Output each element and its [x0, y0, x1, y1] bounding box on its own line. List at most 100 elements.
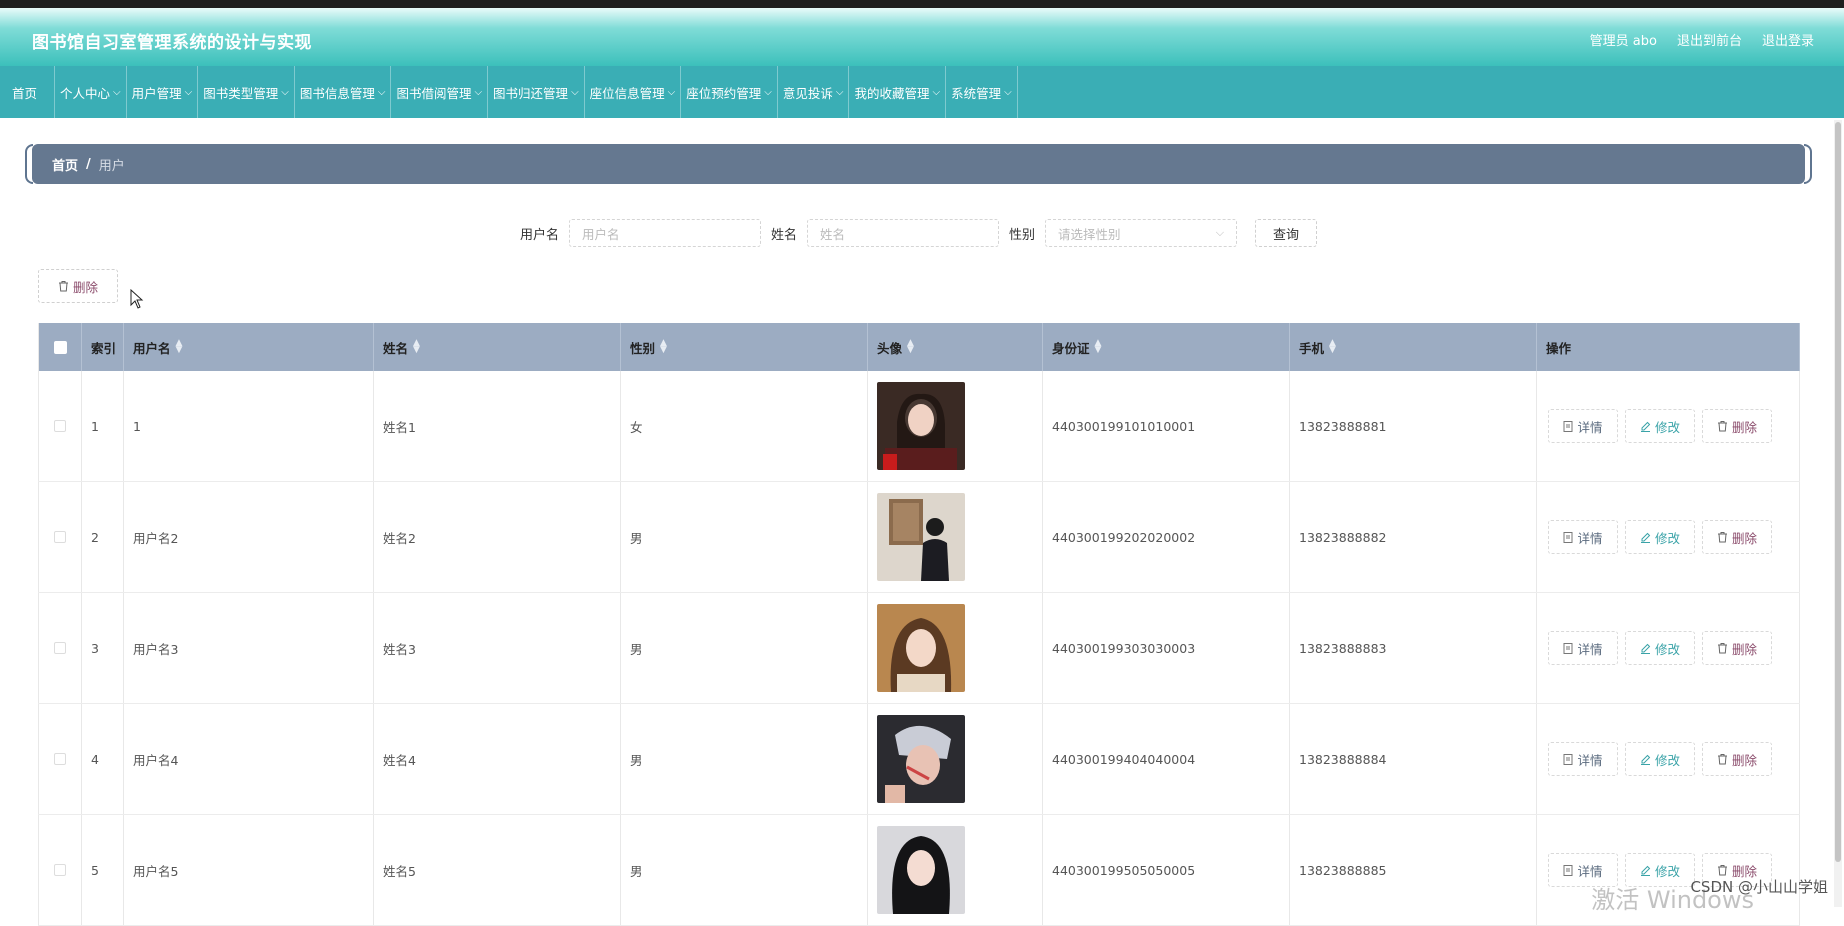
breadcrumb-home[interactable]: 首页: [52, 155, 78, 174]
chevron-down-icon: ⌵: [113, 86, 121, 98]
header-username[interactable]: 用户名 ▲ ▼: [124, 323, 374, 371]
nav-item-book-return-management[interactable]: 图书归还管理 ⌵: [488, 66, 585, 118]
table-row: 3 用户名3 姓名3 男 440300199303030003 13823888…: [38, 593, 1800, 704]
row-checkbox[interactable]: [54, 420, 66, 432]
app-header: 图书馆自习室管理系统的设计与实现 管理员 abo 退出到前台 退出登录: [0, 8, 1844, 66]
row-actions: 详情 修改 删除: [1546, 409, 1772, 443]
chevron-down-icon: ⌵: [764, 86, 772, 98]
chevron-down-icon: ⌵: [667, 86, 676, 98]
detail-button[interactable]: 详情: [1548, 409, 1618, 443]
exit-to-front-link[interactable]: 退出到前台: [1677, 30, 1742, 49]
nav-item-seat-info-management[interactable]: 座位信息管理 ⌵: [585, 66, 682, 118]
delete-button[interactable]: 删除: [1702, 631, 1772, 665]
pencil-icon: [1640, 421, 1651, 432]
trash-icon: [1717, 532, 1727, 543]
sort-icon[interactable]: ▲ ▼: [413, 339, 420, 355]
delete-button[interactable]: 删除: [1702, 742, 1772, 776]
edit-button[interactable]: 修改: [1625, 409, 1695, 443]
row-checkbox-cell: [38, 593, 82, 703]
cell-index: 2: [82, 482, 124, 592]
nav-item-favorites-management[interactable]: 我的收藏管理 ⌵: [849, 66, 947, 118]
cell-username: 用户名4: [124, 704, 374, 814]
cell-username: 用户名2: [124, 482, 374, 592]
cell-name: 姓名2: [374, 482, 621, 592]
row-checkbox-cell: [38, 815, 82, 925]
header-name[interactable]: 姓名 ▲ ▼: [374, 323, 621, 371]
edit-button[interactable]: 修改: [1625, 742, 1695, 776]
cell-gender: 女: [621, 371, 868, 481]
avatar-image: [877, 715, 965, 803]
cell-id-card: 440300199101010001: [1043, 371, 1290, 481]
row-checkbox-cell: [38, 482, 82, 592]
query-button[interactable]: 查询: [1255, 219, 1318, 247]
nav-item-book-info-management[interactable]: 图书信息管理 ⌵: [295, 66, 392, 118]
cell-id-card: 440300199303030003: [1043, 593, 1290, 703]
cell-gender: 男: [621, 815, 868, 925]
cell-avatar: [868, 704, 1043, 814]
sort-icon[interactable]: ▲ ▼: [660, 339, 667, 355]
username-search-input[interactable]: 用户名: [569, 219, 762, 247]
row-checkbox[interactable]: [54, 642, 66, 654]
nav-item-book-borrow-management[interactable]: 图书借阅管理 ⌵: [391, 66, 489, 118]
user-table: 索引 用户名 ▲ ▼ 姓名 ▲ ▼ 性别 ▲ ▼ 头像 ▲ ▼ 身份证 ▲ ▼ 手机 ▲ ▼ 操作 1 …: [38, 323, 1800, 926]
cell-index: 3: [82, 593, 124, 703]
logout-link[interactable]: 退出登录: [1762, 30, 1814, 49]
detail-button[interactable]: 详情: [1548, 631, 1618, 665]
bracket-decoration-right: [1804, 144, 1812, 184]
chevron-down-icon: ⌵: [932, 86, 941, 98]
main-nav: 首页 个人中心 ⌵ 用户管理 ⌵ 图书类型管理 ⌵ 图书信息管理 ⌵ 图书借阅管理 ⌵ 图…: [0, 66, 1844, 118]
select-all-checkbox[interactable]: [53, 340, 67, 354]
sort-icon[interactable]: ▲ ▼: [176, 339, 183, 355]
nav-item-system-management[interactable]: 系统管理 ⌵: [946, 66, 1018, 118]
edit-button[interactable]: 修改: [1625, 631, 1695, 665]
cell-avatar: [868, 815, 1043, 925]
chevron-down-icon: ⌵: [571, 86, 579, 98]
chevron-down-icon: ⌵: [1004, 86, 1012, 98]
scrollbar-thumb[interactable]: [1835, 122, 1841, 862]
gender-select[interactable]: 请选择性别 ⌵: [1045, 219, 1238, 247]
header-avatar[interactable]: 头像 ▲ ▼: [868, 323, 1043, 371]
cell-id-card: 440300199202020002: [1043, 482, 1290, 592]
table-header-row: 索引 用户名 ▲ ▼ 姓名 ▲ ▼ 性别 ▲ ▼ 头像 ▲ ▼ 身份证 ▲ ▼ 手机 ▲ ▼ 操作: [38, 323, 1800, 371]
row-checkbox[interactable]: [54, 864, 66, 876]
cell-name: 姓名4: [374, 704, 621, 814]
page-scrollbar[interactable]: [1834, 120, 1842, 907]
sort-icon[interactable]: ▲ ▼: [907, 339, 914, 355]
header-gender[interactable]: 性别 ▲ ▼: [621, 323, 868, 371]
header-actions: 管理员 abo 退出到前台 退出登录: [1590, 30, 1814, 49]
trash-icon: [1717, 421, 1727, 432]
trash-icon: [1717, 865, 1727, 876]
document-icon: [1563, 642, 1573, 654]
chevron-down-icon: ⌵: [1215, 226, 1225, 239]
row-checkbox[interactable]: [54, 531, 66, 543]
trash-icon: [58, 281, 68, 292]
detail-button[interactable]: 详情: [1548, 520, 1618, 554]
row-actions: 详情 修改 删除: [1546, 742, 1772, 776]
nav-item-seat-reservation-management[interactable]: 座位预约管理 ⌵: [681, 66, 778, 118]
cell-index: 5: [82, 815, 124, 925]
sort-icon[interactable]: ▲ ▼: [1329, 339, 1336, 355]
nav-item-book-type-management[interactable]: 图书类型管理 ⌵: [198, 66, 295, 118]
delete-button[interactable]: 删除: [1702, 409, 1772, 443]
header-phone[interactable]: 手机 ▲ ▼: [1290, 323, 1537, 371]
bulk-delete-button[interactable]: 删除: [38, 269, 118, 303]
row-checkbox[interactable]: [54, 753, 66, 765]
nav-item-complaints[interactable]: 意见投诉 ⌵: [778, 66, 850, 118]
nav-item-user-management[interactable]: 用户管理 ⌵: [127, 66, 199, 118]
avatar-image: [877, 604, 965, 692]
nav-item-home[interactable]: 首页: [0, 66, 55, 118]
cell-avatar: [868, 371, 1043, 481]
name-search-input[interactable]: 姓名: [807, 219, 1000, 247]
pencil-icon: [1640, 643, 1651, 654]
nav-item-personal-center[interactable]: 个人中心 ⌵: [55, 66, 127, 118]
cell-phone: 13823888882: [1290, 482, 1537, 592]
header-id-card[interactable]: 身份证 ▲ ▼: [1043, 323, 1290, 371]
avatar-image: [877, 493, 965, 581]
chevron-down-icon: ⌵: [281, 86, 289, 98]
edit-button[interactable]: 修改: [1625, 520, 1695, 554]
detail-button[interactable]: 详情: [1548, 742, 1618, 776]
table-row: 5 用户名5 姓名5 男 440300199505050005 13823888…: [38, 815, 1800, 926]
delete-button[interactable]: 删除: [1702, 520, 1772, 554]
admin-user-label[interactable]: 管理员 abo: [1590, 30, 1657, 49]
sort-icon[interactable]: ▲ ▼: [1095, 339, 1102, 355]
